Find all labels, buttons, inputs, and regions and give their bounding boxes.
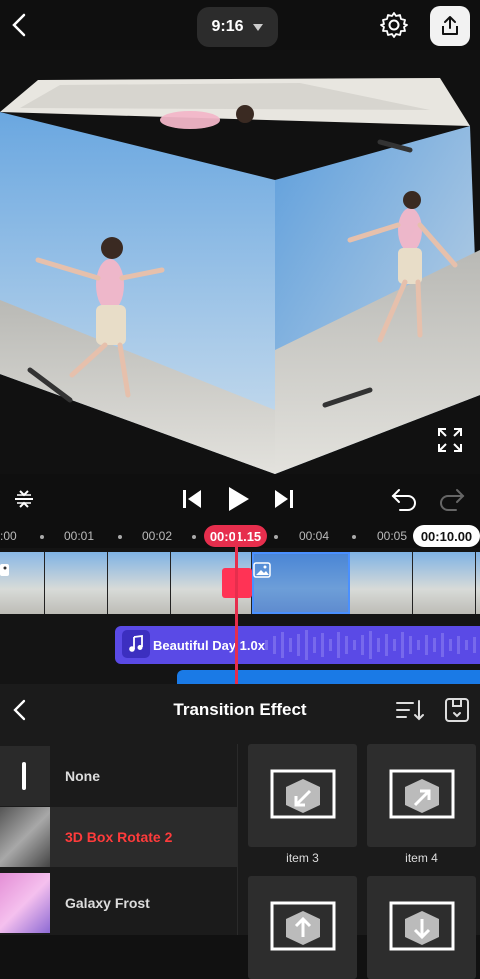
clip-thumbnail [45,552,108,614]
clip-thumbnail [350,552,413,614]
effect-label: 3D Box Rotate 2 [65,829,173,845]
back-chevron-icon[interactable] [8,696,32,724]
grid-item-label: item 4 [405,851,438,865]
aspect-ratio-value: 9:16 [211,18,244,35]
effect-thumbnail [0,746,50,806]
ruler-tick: :00 [0,529,17,543]
image-icon [0,562,10,578]
export-button[interactable] [430,6,470,46]
ruler-tick: 00:01 [64,529,95,543]
fullscreen-icon[interactable] [430,420,470,460]
undo-icon[interactable] [390,486,418,512]
ruler-tick: 00:02 [142,529,173,543]
gear-icon[interactable] [379,10,409,40]
overlay-track[interactable] [177,670,480,684]
redo-icon[interactable] [438,486,466,512]
back-icon[interactable] [6,10,34,40]
clip-thumbnail [413,552,476,614]
clip-thumbnail [108,552,171,614]
save-preset-icon[interactable] [443,696,471,724]
clip-thumbnail [476,552,480,614]
grid-effect-item[interactable] [367,744,476,847]
total-duration-badge: 00:10.00 [413,525,480,547]
audio-track-label: Beautiful Day 1.0x [153,638,265,653]
split-icon[interactable] [12,487,36,511]
playhead[interactable] [235,530,238,685]
share-export-icon [442,16,458,35]
panel-divider [237,744,238,935]
ruler-tick: 00:05 [377,529,408,543]
sort-icon[interactable] [394,696,426,724]
video-preview[interactable] [0,50,480,474]
aspect-ratio-selector[interactable]: 9:16 [197,7,278,47]
grid-effect-item[interactable] [367,876,476,979]
effect-thumbnail [0,873,50,933]
effect-thumbnail [0,807,50,867]
ruler-tick: 00:04 [299,529,330,543]
skip-back-icon[interactable] [180,487,204,511]
transition-effect-list: None 3D Box Rotate 2 Galaxy Frost [0,744,237,935]
effect-label: Galaxy Frost [65,895,150,911]
effect-item-3d-box-rotate-2[interactable]: 3D Box Rotate 2 [0,807,237,867]
caret-down-icon [252,24,263,31]
play-icon[interactable] [224,484,252,514]
image-icon [253,562,271,578]
grid-effect-item[interactable] [248,744,357,847]
grid-item-label: item 3 [286,851,319,865]
effect-item-none[interactable]: None [0,746,237,806]
grid-effect-item[interactable] [248,876,357,979]
music-note-icon [122,630,150,658]
effect-label: None [65,768,100,784]
effect-item-galaxy-frost[interactable]: Galaxy Frost [0,873,237,933]
skip-forward-icon[interactable] [272,487,296,511]
